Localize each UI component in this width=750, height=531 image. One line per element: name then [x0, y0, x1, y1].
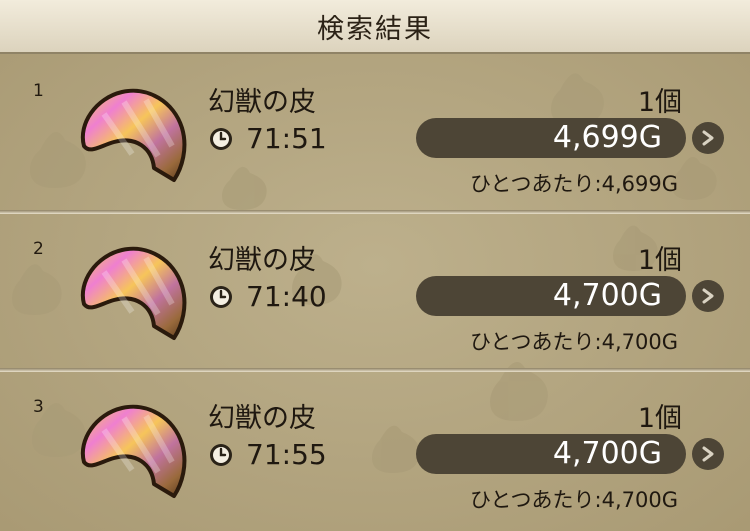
remaining-time: 71:40: [246, 280, 327, 313]
unit-price: ひとつあたり:4,699G: [470, 172, 678, 196]
quantity: 1個: [637, 245, 682, 276]
clock-icon: [210, 444, 232, 466]
list-item[interactable]: 1 幻獣の皮 71:51 1個 4,699G ひとつあたり:4,699G: [0, 56, 750, 214]
clock-icon: [210, 128, 232, 150]
chevron-right-icon: [702, 288, 714, 304]
price-pill: 4,700G: [416, 276, 686, 316]
item-name: 幻獣の皮: [208, 87, 316, 118]
chevron-right-icon: [702, 130, 714, 146]
price-pill: 4,699G: [416, 118, 686, 158]
hide-leather-icon: [80, 88, 187, 182]
price: 4,699G: [552, 120, 662, 155]
quantity: 1個: [637, 403, 682, 434]
row-number: 2: [33, 239, 44, 259]
detail-button[interactable]: [692, 438, 724, 470]
quantity: 1個: [637, 87, 682, 118]
item-name: 幻獣の皮: [208, 403, 316, 434]
list-item[interactable]: 3 幻獣の皮 71:55 1個 4,700G ひとつあたり:4,700G: [0, 372, 750, 530]
hide-leather-icon: [80, 246, 187, 340]
unit-price: ひとつあたり:4,700G: [470, 330, 678, 354]
remaining-time: 71:51: [246, 122, 327, 155]
chevron-right-icon: [702, 446, 714, 462]
list-item[interactable]: 2 幻獣の皮 71:40 1個 4,700G ひとつあたり:4,700G: [0, 214, 750, 372]
detail-button[interactable]: [692, 122, 724, 154]
detail-button[interactable]: [692, 280, 724, 312]
unit-price: ひとつあたり:4,700G: [470, 488, 678, 512]
page-title: 検索結果: [317, 13, 433, 45]
price-pill: 4,700G: [416, 434, 686, 474]
clock-icon: [210, 286, 232, 308]
item-name: 幻獣の皮: [208, 245, 316, 276]
price: 4,700G: [552, 436, 662, 471]
remaining-time: 71:55: [246, 438, 327, 471]
row-number: 3: [33, 397, 44, 417]
results-header: 検索結果: [0, 0, 750, 54]
row-number: 1: [33, 81, 44, 101]
hide-leather-icon: [80, 404, 187, 498]
price: 4,700G: [552, 278, 662, 313]
